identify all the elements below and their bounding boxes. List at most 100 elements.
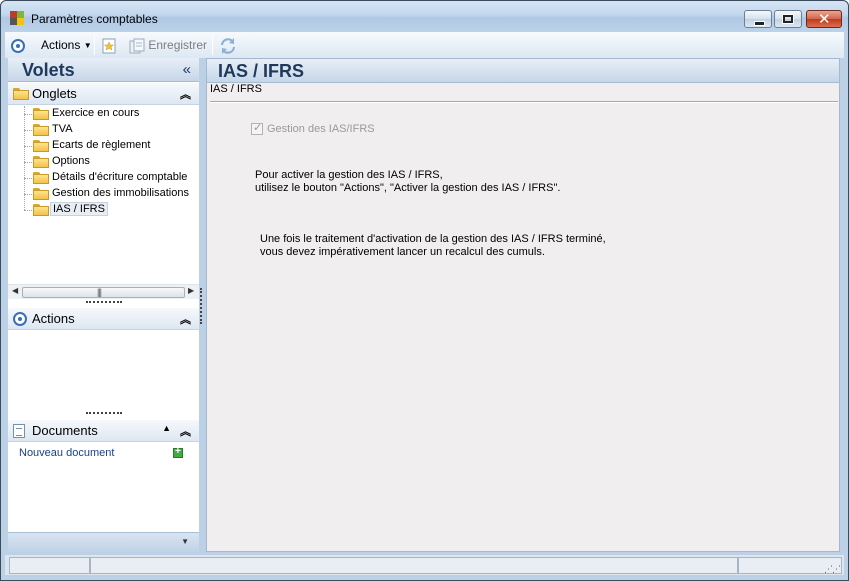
content-header: IAS / IFRS [207, 59, 839, 83]
group-label: IAS / IFRS [210, 83, 266, 95]
left-panel: Volets « Onglets ︽ Exercice en cours TVA [8, 58, 199, 552]
collapse-section-icon[interactable]: ︽ [180, 86, 191, 102]
actions-menu-label: Actions [41, 38, 81, 52]
horizontal-scrollbar[interactable]: ◀ ||| ▶ [8, 284, 199, 299]
add-icon[interactable]: + [173, 446, 183, 458]
grip-icon: ||| [97, 287, 102, 297]
splitter-handle[interactable] [86, 412, 122, 415]
resize-grip-icon[interactable]: ⋰⋰ [824, 565, 841, 574]
panel-footer[interactable]: ▼ [8, 532, 199, 552]
folder-icon [33, 108, 49, 120]
tree-item-label: Exercice en cours [52, 107, 140, 119]
info-line: Une fois le traitement d'activation de l… [260, 233, 606, 245]
folder-icon [33, 140, 49, 152]
app-icon [10, 11, 24, 25]
actions-circle-icon [11, 38, 25, 53]
folder-icon [33, 124, 49, 136]
scroll-left-icon[interactable]: ◀ [12, 286, 18, 295]
save-icon [129, 38, 145, 54]
favorite-page-icon [102, 38, 116, 54]
folder-icon [33, 188, 49, 200]
folder-icon [13, 88, 29, 100]
tree-connector [24, 162, 32, 163]
tree-item-ecarts[interactable]: Ecarts de règlement [24, 138, 199, 154]
toolbar-separator [212, 35, 213, 55]
tree-connector [24, 146, 32, 147]
actions-title: Actions [32, 311, 75, 326]
save-button[interactable]: Enregistrer [129, 36, 207, 54]
window-title: Paramètres comptables [31, 12, 158, 26]
info-line: utilisez le bouton "Actions", "Activer l… [255, 182, 561, 194]
favorite-button[interactable] [101, 36, 117, 54]
tree-item-immobilisations[interactable]: Gestion des immobilisations [24, 186, 199, 202]
tree-item-label: Gestion des immobilisations [52, 187, 189, 199]
status-cell [9, 557, 90, 574]
tree-connector [24, 194, 32, 195]
info-line: Pour activer la gestion des IAS / IFRS, [255, 169, 443, 181]
tree-item-options[interactable]: Options [24, 154, 199, 170]
tree-connector [24, 178, 32, 179]
refresh-button[interactable] [219, 36, 237, 54]
scroll-right-icon[interactable]: ▶ [188, 286, 194, 295]
open-folder-icon [33, 204, 49, 216]
info-recalcul: Une fois le traitement d'activation de l… [260, 233, 606, 259]
tree-item-exercice[interactable]: Exercice en cours [24, 106, 199, 122]
documents-title: Documents [32, 423, 98, 438]
minimize-icon [754, 21, 765, 26]
status-cell [90, 557, 738, 574]
scrollbar-thumb[interactable]: ||| [22, 287, 185, 298]
collapse-section-icon[interactable]: ︽ [180, 311, 191, 327]
documents-header[interactable]: Documents ▲ ︽ [8, 420, 199, 442]
close-button[interactable]: ✕ [806, 10, 842, 28]
maximize-button[interactable] [774, 10, 802, 28]
ias-ifrs-checkbox[interactable] [251, 121, 263, 135]
title-bar[interactable]: Paramètres comptables ✕ [1, 1, 848, 32]
tree-item-details-ecriture[interactable]: Détails d'écriture comptable [24, 170, 199, 186]
status-bar: ⋰⋰ [5, 555, 844, 575]
tree-item-label: Options [52, 155, 90, 167]
close-icon: ✕ [818, 10, 831, 28]
tree-item-label: TVA [52, 123, 73, 135]
onglets-title: Onglets [32, 86, 77, 101]
content-panel: IAS / IFRS IAS / IFRS Gestion des IAS/IF… [206, 58, 840, 552]
maximize-icon [783, 15, 793, 23]
info-line: vous devez impérativement lancer un reca… [260, 246, 545, 258]
splitter-handle[interactable] [86, 301, 122, 304]
actions-circle-icon-wrap[interactable] [11, 36, 25, 54]
document-icon [13, 424, 25, 438]
folder-icon [33, 172, 49, 184]
tree-connector [24, 130, 32, 131]
ias-ifrs-checkbox-label: Gestion des IAS/IFRS [267, 123, 375, 135]
volets-header: Volets « [8, 58, 199, 82]
tree-item-label: IAS / IFRS [50, 202, 108, 216]
chevron-up-icon[interactable]: ▲ [162, 423, 171, 433]
info-activation: Pour activer la gestion des IAS / IFRS, … [255, 169, 560, 195]
tree-item-ias-ifrs[interactable]: IAS / IFRS [24, 202, 199, 218]
onglets-header[interactable]: Onglets ︽ [8, 83, 199, 105]
minimize-button[interactable] [744, 10, 772, 28]
volets-title: Volets [22, 60, 75, 80]
tree-connector [24, 210, 32, 211]
tree-item-tva[interactable]: TVA [24, 122, 199, 138]
refresh-icon [220, 37, 236, 54]
main-window: Paramètres comptables ✕ Actions ▼ Enregi… [0, 0, 849, 581]
group-divider [210, 101, 838, 103]
collapse-panel-icon[interactable]: « [183, 61, 191, 78]
onglets-tree: Exercice en cours TVA Ecarts de règlemen… [8, 106, 199, 286]
actions-menu-button[interactable]: Actions ▼ [41, 36, 92, 54]
collapse-section-icon[interactable]: ︽ [180, 423, 191, 439]
chevron-down-icon[interactable]: ▼ [181, 537, 189, 546]
toolbar: Actions ▼ Enregistrer [5, 32, 844, 58]
actions-circle-icon [13, 312, 27, 326]
folder-icon [33, 156, 49, 168]
vertical-splitter-handle[interactable] [200, 288, 202, 324]
tree-connector [24, 114, 32, 115]
new-document-link[interactable]: Nouveau document [19, 447, 114, 459]
tree-item-label: Détails d'écriture comptable [52, 171, 188, 183]
actions-header[interactable]: Actions ︽ [8, 308, 199, 330]
dropdown-arrow-icon: ▼ [83, 41, 92, 50]
save-label: Enregistrer [148, 38, 208, 52]
toolbar-separator [94, 35, 95, 55]
page-title: IAS / IFRS [218, 61, 305, 81]
tree-item-label: Ecarts de règlement [52, 139, 151, 151]
